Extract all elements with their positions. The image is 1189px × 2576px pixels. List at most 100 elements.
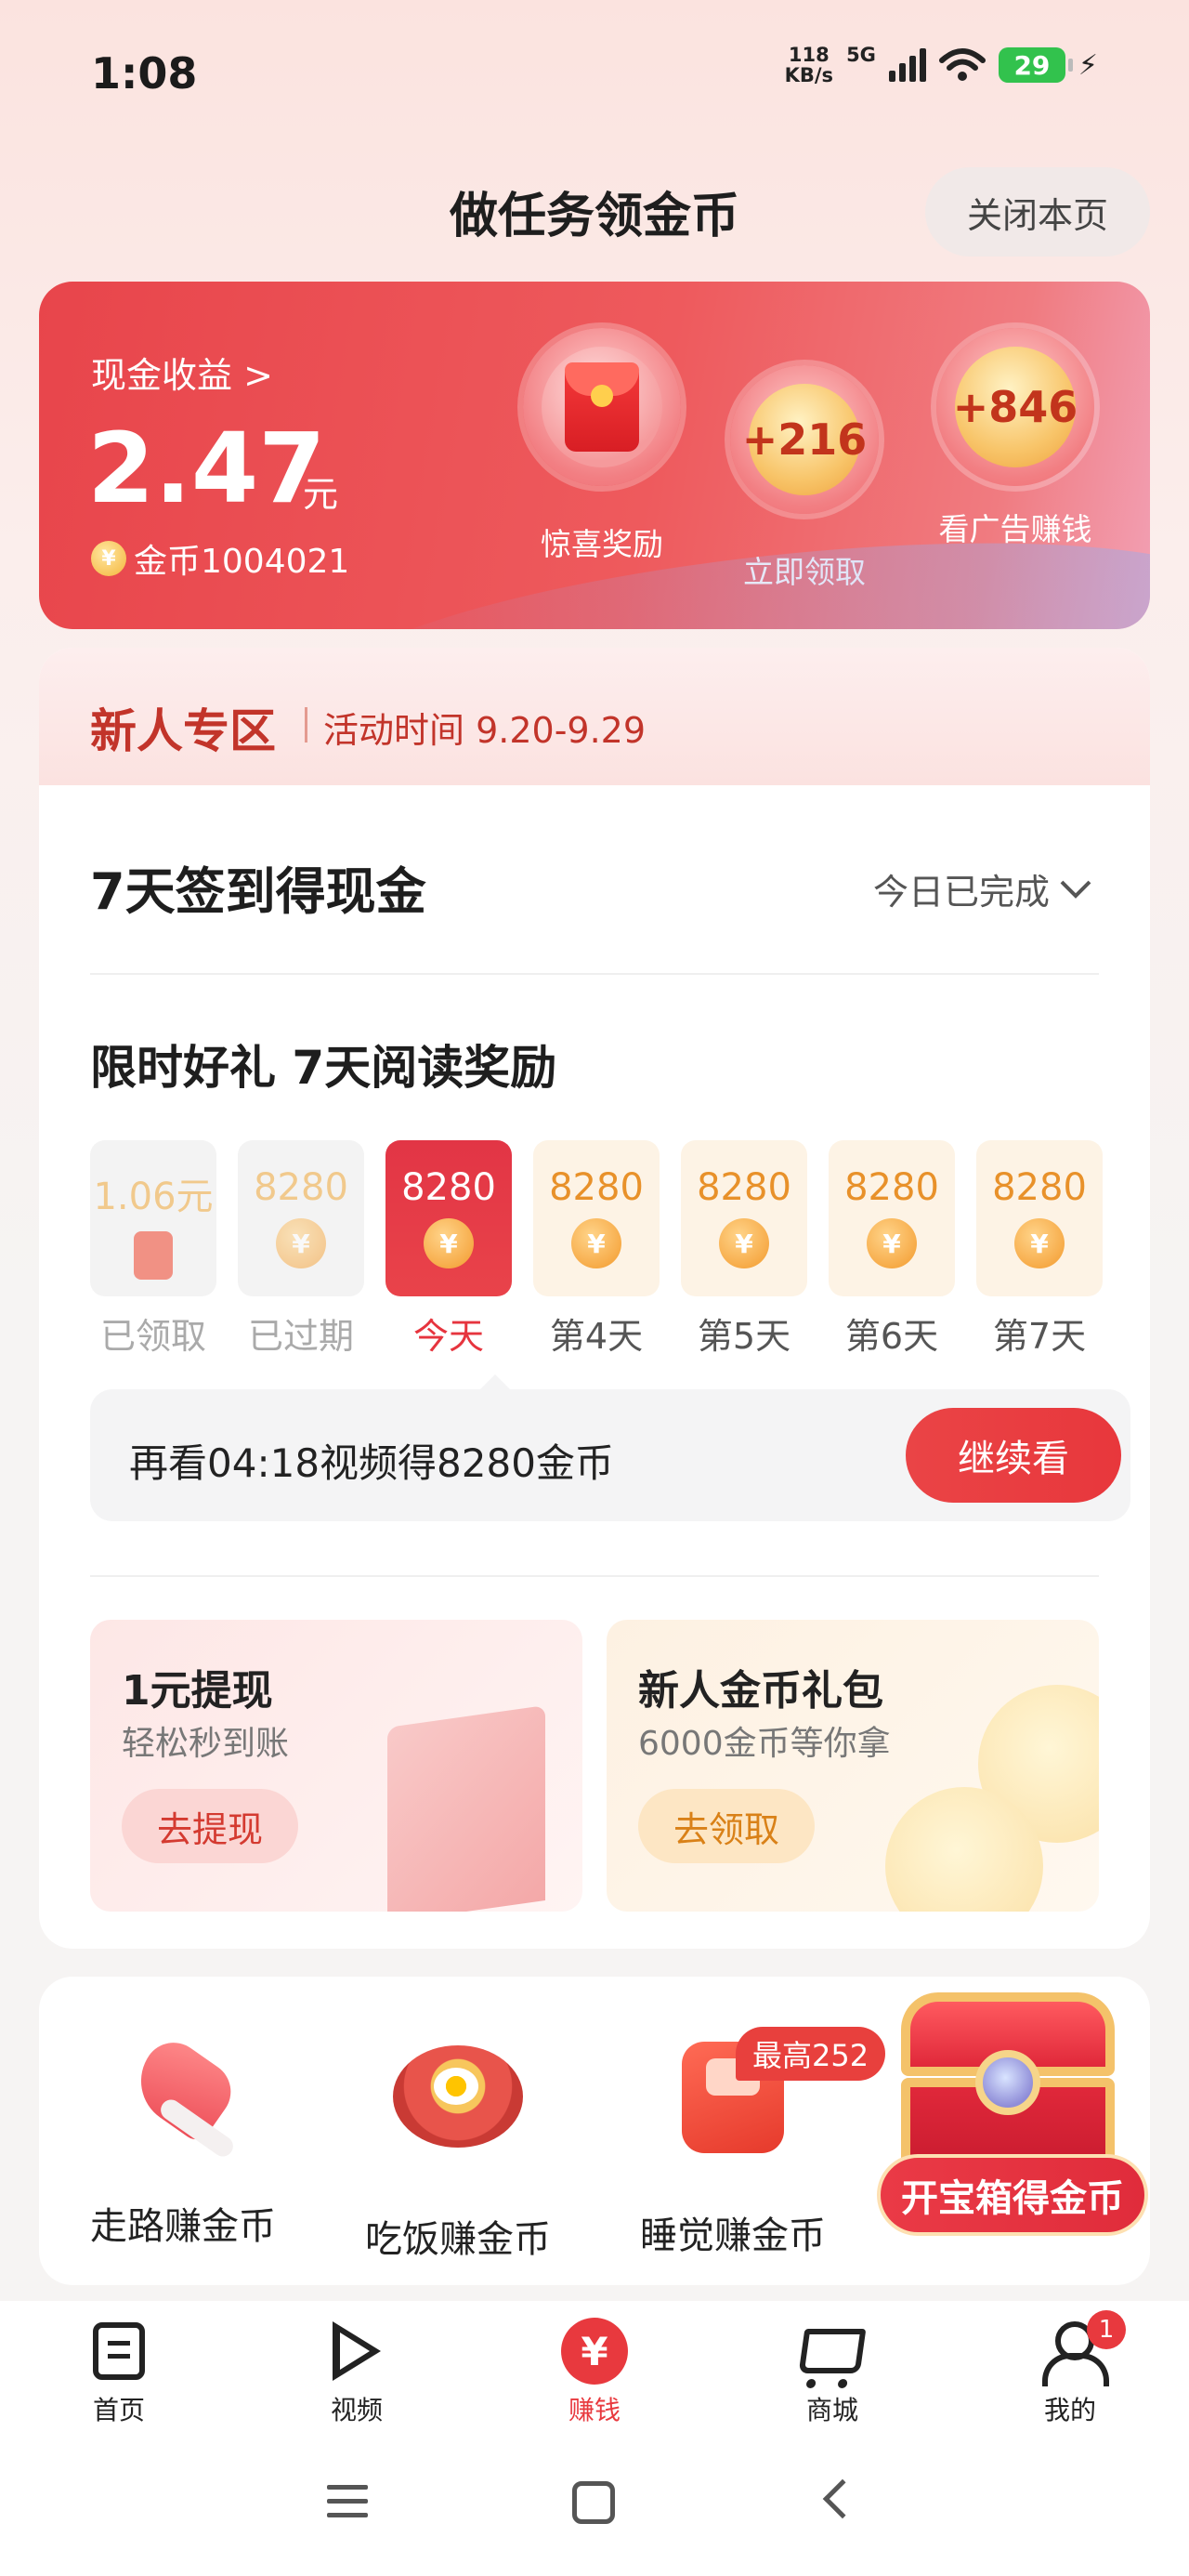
tab-label: 我的 [1043,2395,1096,2425]
chevron-down-icon [1060,880,1091,899]
divider [90,1575,1099,1577]
tab-label: 商城 [805,2395,858,2425]
reading-reward-title: 限时好礼 7天阅读奖励 [90,1041,557,1095]
day-item-today[interactable]: 8280 ¥ 今天 [385,1140,512,1359]
day-item: 8280 ¥ 第4天 [533,1140,660,1359]
coin-icon: ¥ [1014,1218,1065,1268]
day-box: 8280 ¥ [238,1140,364,1296]
promo-title: 1元提现 [122,1667,273,1715]
sign-in-status: 今日已完成 [872,872,1050,913]
walk-task[interactable]: 走路赚金币 [67,2031,299,2250]
claim-reward-label: 立即领取 [743,554,866,590]
activity-time: 活动时间 9.20-9.29 [323,710,647,751]
newbie-zone-header: 新人专区 活动时间 9.20-9.29 [39,648,1150,785]
signal-icon [888,48,926,82]
red-packet-icon [134,1231,173,1280]
eat-task[interactable]: 吃饭赚金币 [342,2032,574,2263]
day-label: 第4天 [549,1316,644,1357]
day-value: 8280 [401,1166,496,1209]
coin-icon: ¥ [571,1218,621,1268]
tab-label: 首页 [92,2395,145,2425]
charging-icon: ⚡ [1078,48,1098,82]
day-item: 8280 ¥ 第5天 [681,1140,807,1359]
day-label: 已领取 [99,1316,206,1357]
tab-label: 赚钱 [568,2395,621,2425]
ad-reward-button[interactable]: +846 [936,328,1094,486]
max-reward-badge: 最高252 [736,2027,886,2081]
cart-icon [798,2329,867,2373]
day-value: 8280 [549,1166,644,1209]
task-label: 吃饭赚金币 [365,2218,551,2261]
day-value: 8280 [697,1166,791,1209]
video-tip: 再看04:18视频得8280金币 [129,1440,614,1486]
tab-earn[interactable]: ¥ 赚钱 [520,2316,669,2427]
day-box: 8280 ¥ [681,1140,807,1296]
claim-reward-value: +216 [742,384,867,495]
network-type: 5G [846,44,876,66]
close-page-button[interactable]: 关闭本页 [925,167,1150,256]
day-value: 8280 [844,1166,939,1209]
surprise-reward-label: 惊喜奖励 [541,526,663,562]
home-icon [93,2322,145,2380]
day-box: 8280 ¥ [533,1140,660,1296]
day-label: 已过期 [247,1316,354,1357]
ad-reward-label: 看广告赚钱 [938,511,1092,547]
promo-title: 新人金币礼包 [638,1667,883,1715]
day-box: 8280 ¥ [385,1140,512,1296]
menu-icon[interactable] [327,2485,368,2518]
notification-badge: 1 [1087,2310,1126,2349]
video-progress-bar: 再看04:18视频得8280金币 继续看 [90,1374,1130,1521]
divider [305,707,307,743]
promo-subtitle: 轻松秒到账 [122,1725,290,1763]
ad-reward-value: +846 [953,347,1078,467]
day-item: 8280 ¥ 第6天 [829,1140,955,1359]
tab-me[interactable]: 我的 1 [996,2310,1144,2427]
red-packet-icon [542,347,662,467]
day-label: 今天 [412,1316,484,1357]
withdraw-promo-card[interactable]: 1元提现 轻松秒到账 去提现 [90,1620,582,1912]
coin-balance-text: 金币1004021 [134,543,350,581]
tab-home[interactable]: 首页 [45,2316,193,2427]
status-time: 1:08 [91,48,198,99]
day-value: 1.06元 [93,1176,214,1218]
claim-pack-button[interactable]: 去领取 [638,1789,815,1863]
battery-level: 29 [1013,49,1051,81]
claim-reward-button[interactable]: +216 [730,365,879,514]
surprise-reward-button[interactable] [523,328,681,486]
coin-pack-promo-card[interactable]: 新人金币礼包 6000金币等你拿 去领取 [607,1620,1099,1912]
battery-icon: 29 [998,47,1073,83]
continue-watching-button[interactable]: 继续看 [906,1408,1121,1503]
task-label: 走路赚金币 [90,2205,276,2248]
cash-unit: 元 [303,474,339,515]
envelope-illustration [387,1705,545,1912]
cash-earnings-link[interactable]: 现金收益 > [91,347,273,398]
network-speed-value: 118 [788,44,830,66]
day-value: 8280 [254,1166,348,1209]
day-box: 8280 ¥ [829,1140,955,1296]
day-box: 1.06元 [90,1140,216,1296]
day-item: 8280 ¥ 第7天 [976,1140,1103,1359]
reading-days: 1.06元 已领取 8280 ¥ 已过期 8280 ¥ 今天 8280 ¥ 第4 [90,1140,1112,1363]
coin-icon: ¥ [719,1218,769,1268]
promo-subtitle: 6000金币等你拿 [638,1725,891,1763]
pointer-arrow [478,1374,512,1391]
play-icon [333,2321,381,2381]
task-label: 睡觉赚金币 [640,2215,826,2257]
withdraw-button[interactable]: 去提现 [122,1789,298,1863]
open-chest-button[interactable]: 开宝箱得金币 [877,2154,1148,2236]
coin-icon: ¥ [91,541,126,576]
coin-balance: ¥ 金币1004021 [91,534,349,583]
tab-mall[interactable]: 商城 [758,2316,907,2427]
wifi-icon [938,48,986,81]
back-icon[interactable] [822,2478,863,2519]
day-value: 8280 [992,1166,1087,1209]
day-item: 1.06元 已领取 [90,1140,216,1359]
home-square-icon[interactable] [572,2481,615,2524]
divider [90,973,1099,975]
system-nav-bar [0,2440,1189,2576]
sign-in-status-toggle[interactable]: 今日已完成 [873,863,1092,914]
day-label: 第5天 [697,1316,791,1357]
yen-icon: ¥ [561,2318,628,2385]
tab-video[interactable]: 视频 [282,2316,431,2427]
bottom-nav: 首页 视频 ¥ 赚钱 商城 我的 1 [0,2301,1189,2440]
